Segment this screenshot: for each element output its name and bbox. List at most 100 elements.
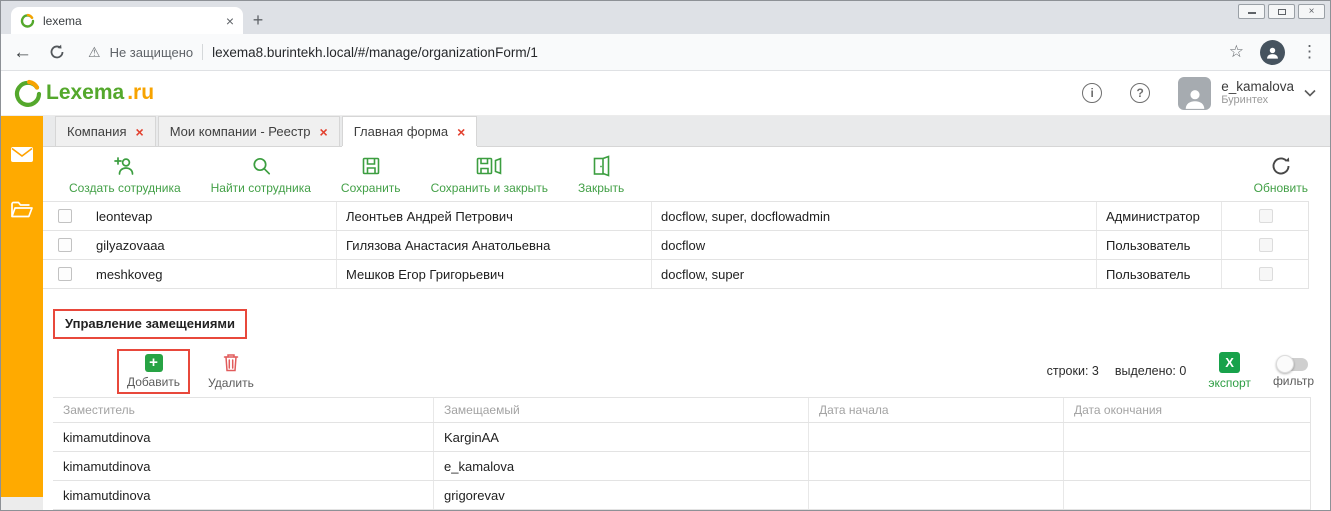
new-tab-button[interactable]: +	[243, 7, 273, 34]
user-name: e_kamalova	[1221, 79, 1294, 95]
person-icon	[1265, 45, 1280, 60]
back-icon[interactable]: ←	[13, 43, 32, 62]
row-flag-checkbox[interactable]	[1259, 267, 1273, 281]
substitutions-toolbar: Добавить Удалить	[43, 345, 1330, 397]
logo-domain-text: .ru	[127, 81, 154, 105]
button-label: Создать сотрудника	[69, 181, 181, 195]
row-select-cell	[43, 202, 87, 230]
export-excel-button[interactable]: X экспорт	[1208, 352, 1251, 390]
employee-name-cell: Гилязова Анастасия Анатольевна	[336, 231, 651, 259]
grid-controls: строки: 3 выделено: 0 X экспорт фильтр	[1047, 352, 1330, 390]
envelope-icon	[10, 146, 34, 163]
date-end-cell	[1063, 423, 1311, 451]
save-and-close-button[interactable]: Сохранить и закрыть	[431, 154, 548, 195]
employee-roles-cell: docflow	[651, 231, 1096, 259]
tab-close-icon[interactable]: ×	[320, 125, 328, 139]
button-label: Удалить	[208, 376, 254, 390]
grid-stats: строки: 3 выделено: 0	[1047, 364, 1187, 378]
row-checkbox[interactable]	[58, 209, 72, 223]
substituted-cell: grigorevav	[433, 481, 808, 509]
tab-label: Компания	[67, 124, 127, 139]
restore-button[interactable]	[1268, 4, 1295, 19]
substitute-cell: kimamutdinova	[53, 481, 433, 509]
address-bar[interactable]: ⚠ Не защищено lexema8.burintekh.local/#/…	[88, 44, 1213, 61]
tab-label: Мои компании - Реестр	[170, 124, 311, 139]
employees-table: leontevap Леонтьев Андрей Петрович docfl…	[43, 201, 1309, 289]
employee-name-cell: Леонтьев Андрей Петрович	[336, 202, 651, 230]
toggle-knob	[1276, 355, 1294, 373]
close-form-button[interactable]: Закрыть	[578, 154, 624, 195]
tab-close-icon[interactable]: ×	[226, 14, 234, 28]
button-label: Сохранить	[341, 181, 401, 195]
substitution-row[interactable]: kimamutdinova KarginAA	[53, 423, 1310, 452]
employee-roletype-cell: Пользователь	[1096, 260, 1221, 288]
substitution-row[interactable]: kimamutdinova e_kamalova	[53, 452, 1310, 481]
employee-row[interactable]: meshkoveg Мешков Егор Григорьевич docflo…	[43, 260, 1308, 289]
refresh-button[interactable]: Обновить	[1254, 154, 1308, 195]
selected-count: выделено: 0	[1115, 364, 1186, 378]
rows-count: строки: 3	[1047, 364, 1099, 378]
tab-label: Главная форма	[354, 124, 448, 139]
row-flag-checkbox[interactable]	[1259, 209, 1273, 223]
filter-toggle-switch[interactable]	[1278, 358, 1308, 371]
tab-my-companies-registry[interactable]: Мои компании - Реестр ×	[158, 116, 340, 146]
substitution-row[interactable]: kimamutdinova grigorevav	[53, 481, 1310, 510]
delete-substitution-button[interactable]: Удалить	[208, 352, 254, 390]
substituted-cell: e_kamalova	[433, 452, 808, 480]
add-substitution-button[interactable]: Добавить	[127, 354, 180, 389]
row-flag-checkbox[interactable]	[1259, 238, 1273, 252]
date-start-cell	[808, 481, 1063, 509]
lexema-logo[interactable]: Lexema.ru	[13, 78, 154, 108]
create-employee-button[interactable]: Создать сотрудника	[69, 154, 181, 195]
substitute-cell: kimamutdinova	[53, 423, 433, 451]
find-employee-button[interactable]: Найти сотрудника	[211, 154, 311, 195]
column-header[interactable]: Дата начала	[808, 398, 1063, 422]
save-button[interactable]: Сохранить	[341, 154, 401, 195]
excel-icon: X	[1219, 352, 1240, 373]
sidebar-folder-button[interactable]	[10, 200, 34, 224]
section-title: Управление замещениями	[65, 316, 235, 331]
tab-company[interactable]: Компания ×	[55, 116, 156, 146]
column-header[interactable]: Заместитель	[53, 398, 433, 422]
date-start-cell	[808, 423, 1063, 451]
browser-tab[interactable]: lexema ×	[11, 7, 243, 34]
column-header[interactable]: Замещаемый	[433, 398, 808, 422]
row-checkbox[interactable]	[58, 267, 72, 281]
url-text: lexema8.burintekh.local/#/manage/organiz…	[212, 45, 538, 60]
close-window-button[interactable]: ×	[1298, 4, 1325, 19]
button-label: Найти сотрудника	[211, 181, 311, 195]
door-icon	[589, 155, 613, 177]
save-close-icon	[475, 155, 503, 177]
employee-row[interactable]: leontevap Леонтьев Андрей Петрович docfl…	[43, 202, 1308, 231]
filter-control[interactable]: фильтр	[1273, 355, 1314, 388]
header-actions: i ? e_kamalova Буринтех	[1082, 77, 1330, 110]
row-flag-cell	[1221, 260, 1309, 288]
info-icon[interactable]: i	[1082, 83, 1102, 103]
column-header[interactable]: Дата окончания	[1063, 398, 1311, 422]
substitutions-table: kimamutdinova KarginAA kimamutdinova e_k…	[53, 423, 1311, 510]
chevron-down-icon	[1304, 89, 1316, 97]
browser-profile-avatar[interactable]	[1260, 40, 1285, 65]
user-organization: Буринтех	[1221, 94, 1294, 107]
employee-row[interactable]: gilyazovaaa Гилязова Анастасия Анатольев…	[43, 231, 1308, 260]
tab-close-icon[interactable]: ×	[136, 125, 144, 139]
url-separator	[202, 44, 203, 60]
sidebar-mail-button[interactable]	[10, 146, 34, 168]
row-flag-cell	[1221, 202, 1309, 230]
lexema-logo-icon	[13, 78, 43, 108]
minimize-button[interactable]	[1238, 4, 1265, 19]
not-secure-warning-icon: ⚠	[88, 44, 101, 61]
button-label: Обновить	[1254, 181, 1308, 195]
user-menu[interactable]: e_kamalova Буринтех	[1178, 77, 1316, 110]
bookmark-star-icon[interactable]: ☆	[1229, 42, 1244, 62]
employee-roles-cell: docflow, super	[651, 260, 1096, 288]
help-icon[interactable]: ?	[1130, 83, 1150, 103]
browser-menu-icon[interactable]: ⋮	[1301, 42, 1318, 62]
button-label: фильтр	[1273, 374, 1314, 388]
tab-main-form[interactable]: Главная форма ×	[342, 116, 478, 146]
employee-name-cell: Мешков Егор Григорьевич	[336, 260, 651, 288]
reload-icon[interactable]	[48, 43, 66, 61]
tab-close-icon[interactable]: ×	[457, 125, 465, 139]
row-checkbox[interactable]	[58, 238, 72, 252]
substitute-cell: kimamutdinova	[53, 452, 433, 480]
